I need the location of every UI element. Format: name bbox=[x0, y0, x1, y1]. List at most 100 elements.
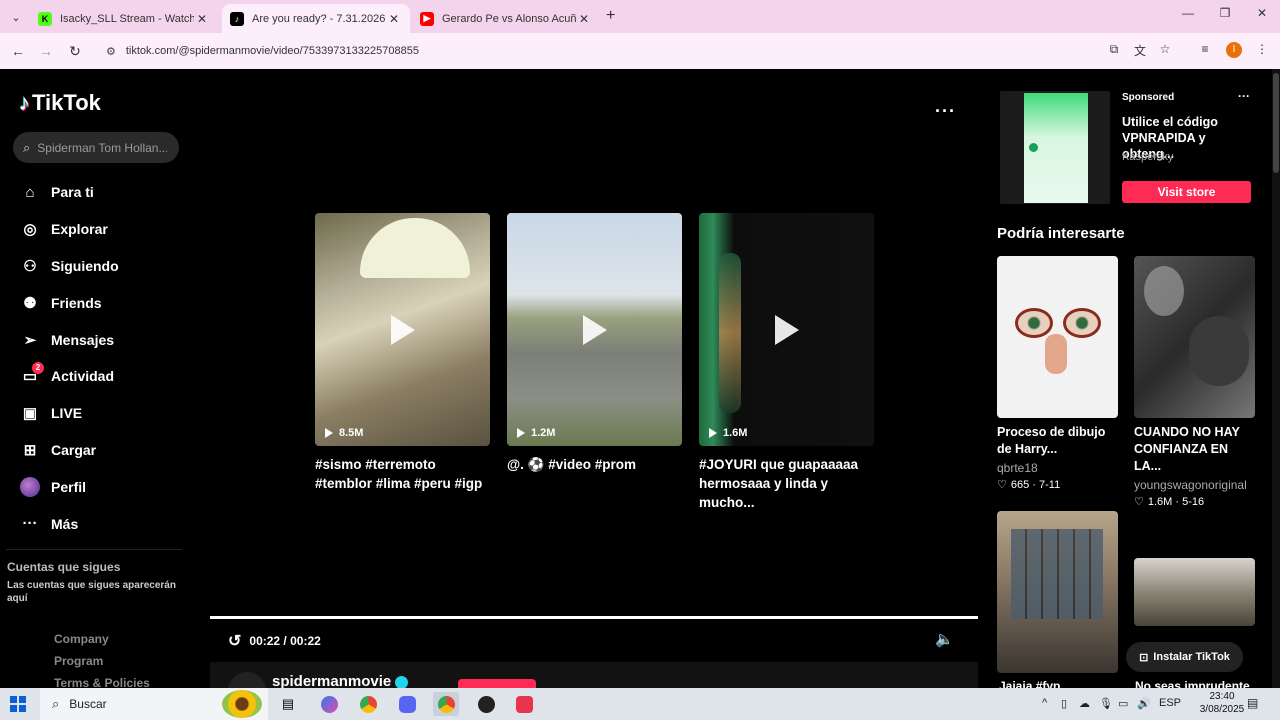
video-thumbnail[interactable]: 8.5M bbox=[315, 213, 490, 446]
recommended-title[interactable]: CUANDO NO HAY CONFIANZA EN LA... bbox=[1134, 424, 1255, 475]
recommended-video[interactable]: CUANDO NO HAY CONFIANZA EN LA... youngsw… bbox=[1134, 256, 1255, 508]
volume-icon[interactable]: 🔈 bbox=[935, 630, 954, 648]
network-icon[interactable]: ▭ bbox=[1118, 697, 1128, 710]
minimize-icon[interactable]: — bbox=[1173, 6, 1203, 20]
sidebar-item-friends[interactable]: ⚉ Friends bbox=[18, 284, 188, 321]
author-name[interactable]: spidermanmovie bbox=[272, 673, 409, 688]
tab-search-menu-icon[interactable]: ⌄ bbox=[6, 7, 26, 27]
play-icon[interactable] bbox=[390, 314, 415, 345]
translate-icon[interactable]: 文 bbox=[1131, 42, 1149, 59]
sidebar-item-live[interactable]: ▣ LIVE bbox=[18, 395, 188, 432]
tray-device-icon[interactable]: ▯ bbox=[1061, 697, 1067, 710]
forward-icon[interactable]: → bbox=[36, 41, 56, 61]
close-tab-icon[interactable]: ✕ bbox=[194, 12, 210, 26]
install-app-icon[interactable]: ⧉ bbox=[1105, 42, 1123, 57]
page-scrollbar[interactable] bbox=[1272, 69, 1280, 688]
reload-icon[interactable]: ↻ bbox=[65, 41, 85, 61]
recommended-thumbnail[interactable] bbox=[997, 256, 1118, 418]
recommended-video[interactable] bbox=[997, 511, 1118, 673]
copilot-icon[interactable] bbox=[316, 692, 342, 716]
task-view-icon[interactable]: ▤ bbox=[275, 692, 301, 716]
notification-center-icon[interactable]: ▤ bbox=[1247, 696, 1258, 710]
recommended-author[interactable]: youngswagonoriginal bbox=[1134, 478, 1255, 492]
footer-link-terms[interactable]: Terms & Policies bbox=[54, 676, 150, 688]
close-window-icon[interactable]: ✕ bbox=[1247, 6, 1277, 20]
video-card[interactable]: 1.6M #JOYURI que guapaaaaa hermosaaa y l… bbox=[699, 213, 874, 512]
recommended-thumbnail[interactable] bbox=[1134, 558, 1255, 626]
search-icon: ⌕ bbox=[52, 696, 60, 711]
language-indicator[interactable]: ESP bbox=[1159, 697, 1181, 709]
sidebar-item-perfil[interactable]: Perfil bbox=[18, 468, 188, 505]
video-thumbnail[interactable]: 1.6M bbox=[699, 213, 874, 446]
speaker-icon[interactable]: 🔊 bbox=[1137, 697, 1151, 710]
more-options-icon[interactable]: ··· bbox=[935, 101, 956, 122]
video-card[interactable]: 8.5M #sismo #terremoto #temblor #lima #p… bbox=[315, 213, 490, 493]
recommended-thumbnail[interactable] bbox=[1134, 256, 1255, 418]
video-caption[interactable]: @. ⚽ #video #prom bbox=[507, 455, 682, 474]
recommended-thumbnail[interactable] bbox=[997, 511, 1118, 673]
sidebar-item-siguiendo[interactable]: ⚇ Siguiendo bbox=[18, 248, 188, 285]
recommended-video[interactable]: Proceso de dibujo de Harry... qbrte18 ♡ … bbox=[997, 256, 1118, 491]
pocket-icon[interactable] bbox=[511, 692, 537, 716]
discord-icon[interactable] bbox=[394, 692, 420, 716]
video-caption[interactable]: #JOYURI que guapaaaaa hermosaaa y linda … bbox=[699, 455, 874, 512]
search-box[interactable]: ⌕ bbox=[13, 132, 179, 163]
sidebar-item-para-ti[interactable]: ⌂ Para ti bbox=[18, 174, 188, 211]
microphone-icon[interactable]: 🎙 bbox=[1099, 697, 1113, 710]
profile-avatar-icon[interactable]: I bbox=[1226, 42, 1242, 58]
taskbar-search[interactable]: ⌕ Buscar bbox=[40, 688, 268, 720]
recommended-author[interactable]: qbrte18 bbox=[997, 461, 1118, 475]
sidebar-item-mas[interactable]: ··· Más bbox=[18, 505, 188, 542]
address-bar[interactable]: ⚙ tiktok.com/@spidermanmovie/video/75339… bbox=[96, 38, 1186, 64]
home-icon: ⌂ bbox=[25, 183, 35, 201]
search-input[interactable] bbox=[37, 140, 168, 155]
ad-more-icon[interactable]: ··· bbox=[1238, 89, 1250, 103]
recommended-title[interactable]: Proceso de dibujo de Harry... bbox=[997, 424, 1118, 458]
video-caption[interactable]: #sismo #terremoto #temblor #lima #peru #… bbox=[315, 455, 490, 493]
system-clock[interactable]: 23:40 3/08/2025 bbox=[1192, 690, 1252, 716]
browser-tab-kick[interactable]: K Isacky_SLL Stream - Watch Live ✕ bbox=[30, 4, 218, 33]
ad-brand: Kaspersky bbox=[1122, 151, 1174, 163]
play-icon[interactable] bbox=[582, 314, 607, 345]
chrome-icon[interactable] bbox=[355, 692, 381, 716]
author-avatar[interactable] bbox=[228, 672, 266, 688]
install-tiktok-button[interactable]: ⊡ Instalar TikTok bbox=[1126, 642, 1243, 672]
browser-tab-tiktok[interactable]: ♪ Are you ready? - 7.31.2026 | Tik ✕ bbox=[222, 4, 410, 33]
visit-store-button[interactable]: Visit store bbox=[1122, 181, 1251, 203]
site-info-icon[interactable]: ⚙ bbox=[106, 45, 116, 58]
tray-cloud-icon[interactable]: ☁ bbox=[1079, 697, 1090, 710]
footer-link-company[interactable]: Company bbox=[54, 632, 150, 654]
close-tab-icon[interactable]: ✕ bbox=[576, 12, 592, 26]
footer-link-program[interactable]: Program bbox=[54, 654, 150, 676]
tray-chevron-icon[interactable]: ^ bbox=[1042, 697, 1047, 709]
sidebar-item-actividad[interactable]: ▭ 2 Actividad bbox=[18, 358, 188, 395]
windows-start-icon[interactable] bbox=[10, 696, 26, 712]
sidebar-item-explorar[interactable]: ◎ Explorar bbox=[18, 211, 188, 248]
video-card[interactable]: 1.2M @. ⚽ #video #prom bbox=[507, 213, 682, 474]
sidebar-item-cargar[interactable]: ⊞ Cargar bbox=[18, 432, 188, 469]
browser-tab-youtube[interactable]: ▶ Gerardo Pe vs Alonso Acuña | C ✕ bbox=[412, 4, 600, 33]
recommended-video[interactable] bbox=[1134, 558, 1255, 626]
sidebar-nav: ⌂ Para ti ◎ Explorar ⚇ Siguiendo ⚉ Frien… bbox=[18, 174, 188, 542]
media-control-icon[interactable]: ≡ bbox=[1196, 42, 1214, 56]
video-progress-bar[interactable] bbox=[210, 616, 978, 619]
send-icon: ➢ bbox=[23, 331, 37, 349]
bookmark-star-icon[interactable]: ☆ bbox=[1156, 42, 1174, 56]
tiktok-logo[interactable]: ♪ TikTok bbox=[19, 90, 101, 116]
chrome-profile-icon[interactable] bbox=[433, 692, 459, 716]
back-icon[interactable]: ← bbox=[8, 41, 28, 61]
follow-button[interactable] bbox=[458, 679, 536, 688]
new-tab-icon[interactable]: + bbox=[606, 7, 615, 25]
video-thumbnail[interactable]: 1.2M bbox=[507, 213, 682, 446]
maximize-icon[interactable]: ❐ bbox=[1210, 6, 1240, 20]
close-tab-icon[interactable]: ✕ bbox=[386, 12, 402, 26]
play-icon[interactable] bbox=[774, 314, 799, 345]
replay-icon[interactable]: ↺ bbox=[228, 631, 241, 651]
obs-icon[interactable] bbox=[473, 692, 499, 716]
sidebar-item-mensajes[interactable]: ➢ Mensajes bbox=[18, 321, 188, 358]
recommended-title[interactable]: Jajaja #fyp bbox=[999, 679, 1060, 688]
notification-badge: 2 bbox=[32, 361, 44, 374]
browser-menu-icon[interactable]: ⋮ bbox=[1253, 42, 1271, 56]
recommended-title[interactable]: No seas imprudente bbox=[1135, 679, 1250, 688]
ad-thumbnail[interactable] bbox=[1000, 91, 1110, 204]
